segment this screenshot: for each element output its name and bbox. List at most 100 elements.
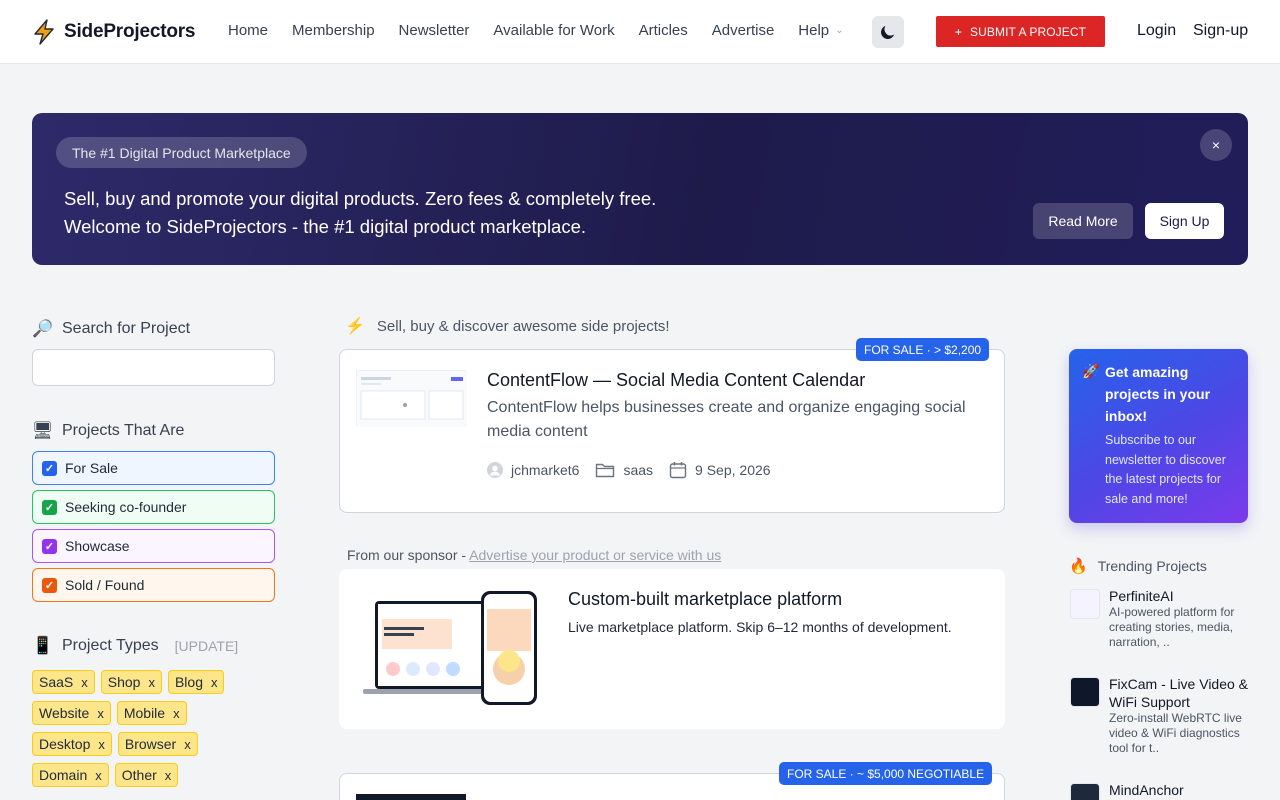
brand-logo[interactable]: SideProjectors [32,19,196,45]
remove-tag-icon[interactable]: x [165,768,172,783]
search-input[interactable] [32,349,275,386]
tag-saas[interactable]: SaaS x [32,670,95,694]
plus-icon: + [954,24,963,39]
tag-label: Mobile [123,705,166,721]
remove-tag-icon[interactable]: x [148,675,155,690]
desktop-computer-icon: 🖥 [32,421,54,440]
newsletter-promo[interactable]: 🚀 Get amazing projects in your inbox! Su… [1069,349,1248,523]
remove-tag-icon[interactable]: x [211,675,218,690]
nav-articles[interactable]: Articles [639,22,688,39]
project-card[interactable]: FOR SALE · ~ $5,000 NEGOTIABLE [339,762,1005,800]
fire-icon: 🔥 [1069,558,1088,575]
project-logo-icon [1070,783,1100,800]
remove-tag-icon[interactable]: x [173,706,180,721]
filter-label: Seeking co-founder [65,499,187,515]
filter-sold-found[interactable]: ✓ Sold / Found [32,568,275,602]
user-avatar-icon [487,462,503,478]
project-thumbnail[interactable] [356,370,467,427]
project-types-label: Project Types [62,637,159,654]
author-name: jchmarket6 [511,462,580,478]
tag-label: Other [121,767,157,783]
tag-label: Shop [107,674,141,690]
price-badge: FOR SALE · > $2,200 [856,338,990,361]
trending-item[interactable]: PerfiniteAI AI-powered platform for crea… [1069,587,1249,657]
dark-mode-toggle[interactable] [872,16,904,48]
checkbox-checked-icon[interactable]: ✓ [42,499,57,515]
remove-tag-icon[interactable]: x [98,737,105,752]
submit-project-button[interactable]: + SUBMIT A PROJECT [936,16,1105,47]
nav-newsletter[interactable]: Newsletter [399,22,470,39]
remove-tag-icon[interactable]: x [81,675,88,690]
tag-other[interactable]: Other x [114,763,179,787]
marketplace-device-mockup-image [363,591,537,705]
nav-available-for-work[interactable]: Available for Work [493,22,614,39]
trending-item[interactable]: MindAnchor [1069,781,1249,800]
hero-pill: The #1 Digital Product Marketplace [56,137,307,168]
tag-domain[interactable]: Domain x [32,763,109,787]
tag-label: SaaS [39,674,74,690]
filter-showcase[interactable]: ✓ Showcase [32,529,275,563]
nav-help-label: Help [798,22,830,39]
project-author[interactable]: jchmarket6 [487,462,579,478]
checkbox-checked-icon[interactable]: ✓ [42,577,57,593]
signup-link[interactable]: Sign-up [1193,22,1248,40]
hero-welcome: Welcome to SideProjectors - the #1 digit… [64,216,587,237]
nav-membership[interactable]: Membership [292,22,375,39]
project-logo-icon [1070,589,1100,619]
project-type-tags: SaaS x Shop x Blog x Website x Mobile x Deskt… [32,670,282,787]
hero-sign-up-button[interactable]: Sign Up [1145,203,1224,239]
sponsor-title[interactable]: Custom-built marketplace platform [568,589,842,610]
nav-help[interactable]: Help ⌄ [798,22,843,39]
price-badge: FOR SALE · ~ $5,000 NEGOTIABLE [779,762,993,785]
tag-label: Blog [174,674,203,690]
project-thumbnail[interactable] [356,794,466,800]
project-category[interactable]: saas [595,462,653,478]
login-link[interactable]: Login [1137,22,1176,40]
mobile-phone-icon: 📱 [32,636,54,655]
search-heading-label: Search for Project [62,320,191,337]
brand-name: SideProjectors [64,21,196,42]
main-nav: Home Membership Newsletter Available for… [228,22,844,39]
filter-for-sale[interactable]: ✓ For Sale [32,451,275,485]
trending-item[interactable]: FixCam - Live Video & WiFi Support Zero-… [1069,675,1249,755]
close-icon[interactable]: × [1200,129,1232,161]
tag-shop[interactable]: Shop x [100,670,162,694]
checkbox-checked-icon[interactable]: ✓ [42,460,57,476]
project-meta: jchmarket6 saas 9 Sep, 2026 [487,461,771,479]
tag-website[interactable]: Website x [32,701,111,725]
calendar-icon [669,462,687,479]
remove-tag-icon[interactable]: x [184,737,191,752]
project-date: 9 Sep, 2026 [669,461,771,479]
nav-home[interactable]: Home [228,22,268,39]
trending-heading-label: Trending Projects [1097,558,1207,574]
tag-label: Desktop [39,736,91,752]
update-link[interactable]: [UPDATE] [175,638,239,654]
rocket-icon: 🚀 [1082,363,1100,379]
tag-mobile[interactable]: Mobile x [116,701,187,725]
remove-tag-icon[interactable]: x [95,768,102,783]
tag-desktop[interactable]: Desktop x [32,732,112,756]
tag-row-spacer [193,701,233,725]
advertise-link[interactable]: Advertise your product or service with u… [469,547,721,563]
project-description: ContentFlow helps businesses create and … [487,399,966,440]
sponsor-prefix: From our sponsor - [347,547,470,563]
remove-tag-icon[interactable]: x [97,706,104,721]
trending-description: Zero-install WebRTC live video & WiFi di… [1109,711,1242,755]
hero-banner: The #1 Digital Product Marketplace Sell,… [32,113,1248,265]
filter-seeking-cofounder[interactable]: ✓ Seeking co-founder [32,490,275,524]
newsletter-body: Subscribe to our newsletter to discover … [1105,433,1226,506]
chevron-down-icon: ⌄ [835,25,844,36]
tag-browser[interactable]: Browser x [117,732,198,756]
lightning-logo-icon [34,19,54,45]
project-card[interactable]: FOR SALE · > $2,200 ContentFlow — Social… [339,338,1005,513]
read-more-button[interactable]: Read More [1033,203,1133,239]
project-title[interactable]: ContentFlow — Social Media Content Calen… [487,370,865,391]
filter-label: Sold / Found [65,577,145,593]
feed-heading-label: Sell, buy & discover awesome side projec… [376,317,670,335]
sponsor-card[interactable]: Custom-built marketplace platform Live m… [339,569,1005,729]
top-navbar: SideProjectors Home Membership Newslette… [0,0,1280,64]
checkbox-checked-icon[interactable]: ✓ [42,538,57,554]
tag-blog[interactable]: Blog x [167,670,225,694]
trending-name: FixCam - Live Video & WiFi Support [1109,676,1249,710]
nav-advertise[interactable]: Advertise [712,22,775,39]
